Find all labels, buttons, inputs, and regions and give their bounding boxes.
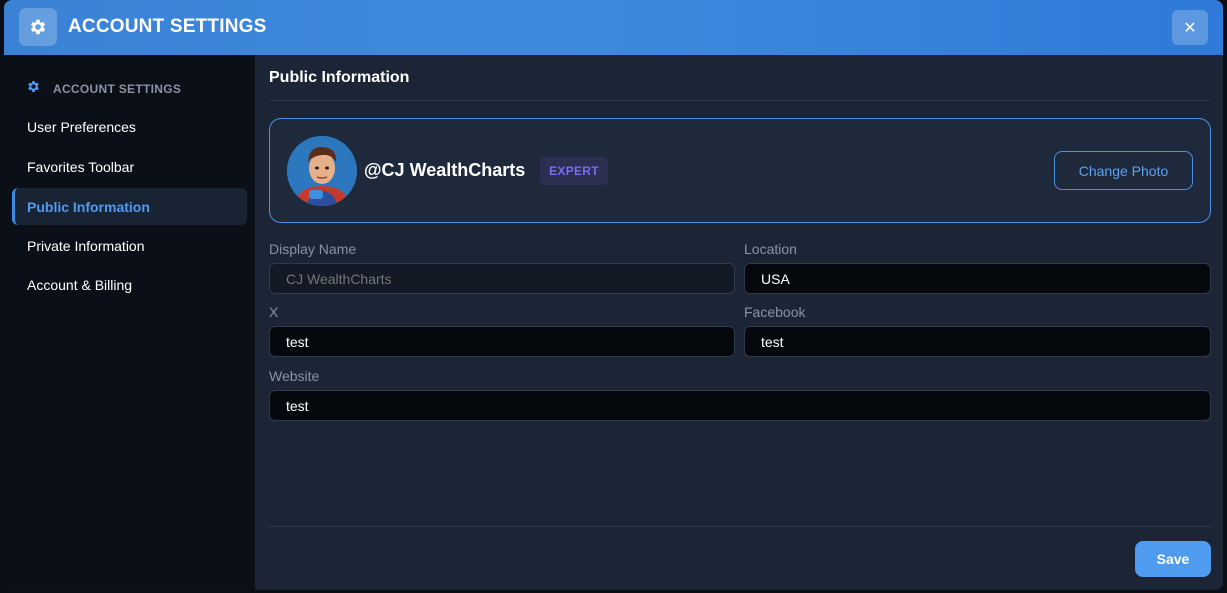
sidebar-item-label: Account & Billing <box>27 276 133 293</box>
sidebar-item-private-information[interactable]: Private Information <box>12 227 247 264</box>
divider <box>269 526 1211 527</box>
x-label: X <box>269 304 279 320</box>
sidebar-item-favorites-toolbar[interactable]: Favorites Toolbar <box>12 148 247 185</box>
website-label: Website <box>269 368 320 384</box>
close-icon: ✕ <box>1183 19 1197 37</box>
sidebar-item-label: Public Information <box>27 198 150 215</box>
facebook-input[interactable] <box>744 326 1211 357</box>
profile-card: @CJ WealthCharts EXPERT Change Photo <box>269 118 1211 223</box>
main-panel: Public Information @CJ WealthCharts EXPE… <box>255 55 1223 590</box>
location-input[interactable] <box>744 263 1211 294</box>
section-title: Public Information <box>269 69 410 86</box>
facebook-label: Facebook <box>744 304 806 320</box>
location-label: Location <box>744 241 797 257</box>
modal-title: ACCOUNT SETTINGS <box>68 16 267 37</box>
change-photo-button[interactable]: Change Photo <box>1054 151 1193 190</box>
gear-icon <box>19 8 57 46</box>
gear-icon <box>26 79 41 99</box>
website-input[interactable] <box>269 390 1211 421</box>
sidebar-item-label: Private Information <box>27 237 145 254</box>
sidebar-item-account-billing[interactable]: Account & Billing <box>12 266 247 303</box>
settings-sidebar: ACCOUNT SETTINGS User Preferences Favori… <box>4 55 255 590</box>
modal-header: ACCOUNT SETTINGS ✕ <box>4 0 1223 55</box>
display-name-label: Display Name <box>269 241 357 257</box>
x-input[interactable] <box>269 326 735 357</box>
save-button[interactable]: Save <box>1135 541 1211 577</box>
divider <box>269 100 1211 101</box>
sidebar-item-label: Favorites Toolbar <box>27 158 135 175</box>
close-button[interactable]: ✕ <box>1172 10 1208 45</box>
sidebar-section-label: ACCOUNT SETTINGS <box>53 82 182 96</box>
display-name-input[interactable] <box>269 263 735 294</box>
account-settings-modal: ACCOUNT SETTINGS ✕ ACCOUNT SETTINGS User… <box>4 0 1223 590</box>
sidebar-section-header: ACCOUNT SETTINGS <box>26 79 181 99</box>
avatar[interactable] <box>287 136 357 206</box>
expert-badge: EXPERT <box>540 157 608 185</box>
profile-username: @CJ WealthCharts <box>364 160 526 180</box>
sidebar-item-user-preferences[interactable]: User Preferences <box>12 108 247 145</box>
sidebar-item-public-information[interactable]: Public Information <box>12 188 247 225</box>
sidebar-item-label: User Preferences <box>27 118 136 135</box>
